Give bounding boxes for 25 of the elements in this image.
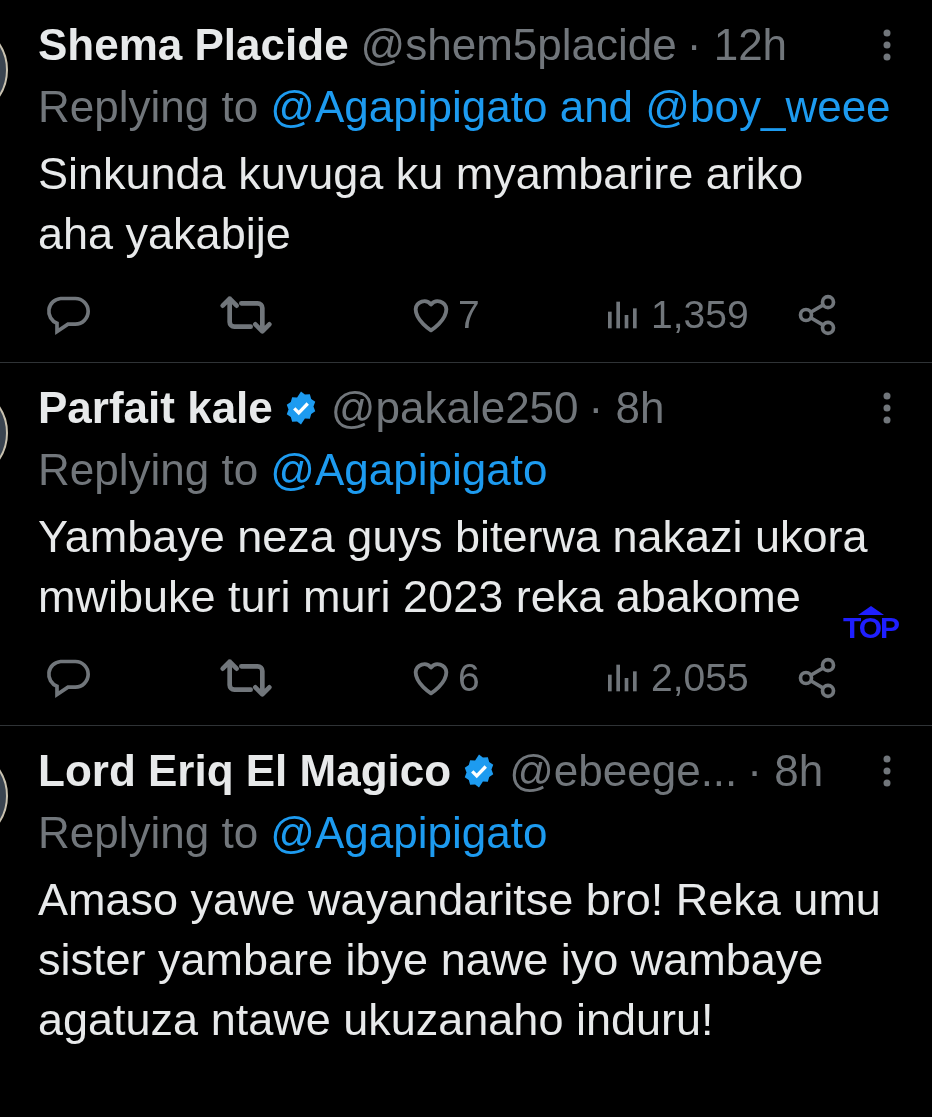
user-name[interactable]: Lord Eriq El Magico [38, 738, 452, 804]
timestamp: · 8h [747, 745, 824, 797]
timestamp: · 8h [588, 382, 665, 434]
user-name[interactable]: Shema Placide [38, 12, 349, 78]
more-options-icon[interactable] [882, 754, 892, 788]
replying-to-text: Replying to @Agapipigato [38, 444, 548, 496]
user-handle: @shem5placide [360, 19, 677, 71]
mention-link[interactable]: @Agapipigato [270, 445, 548, 494]
mention-link[interactable]: @Agapipigato [270, 808, 548, 857]
replying-to-text: Replying to @Agapipigato [38, 807, 548, 859]
like-count: 6 [458, 654, 480, 701]
user-name[interactable]: Parfait kale [38, 375, 273, 441]
more-options-icon[interactable] [882, 391, 892, 425]
like-count: 7 [458, 291, 480, 338]
more-options-icon[interactable] [882, 28, 892, 62]
replying-to-text: Replying to @Agapipigato and @boy_weee [38, 81, 891, 133]
view-count: 2,055 [651, 654, 749, 701]
mention-link[interactable]: @Agapipigato and @boy_weee [270, 82, 891, 131]
user-handle: @ebeege... [509, 745, 738, 797]
timestamp: · 12h [686, 19, 788, 71]
view-count: 1,359 [651, 291, 749, 338]
user-handle: @pakale250 [330, 382, 579, 434]
caret-up-icon [857, 606, 884, 615]
tweet-text: Sinkunda kuvuga ku myambarire ariko aha yakabije [38, 147, 804, 261]
tweet-text: Amaso yawe wayandaritse bro! Reka umu sister yambare ibye nawe iyo wambaye agatuza ntawe ukuzanaho induru! [38, 873, 881, 1047]
